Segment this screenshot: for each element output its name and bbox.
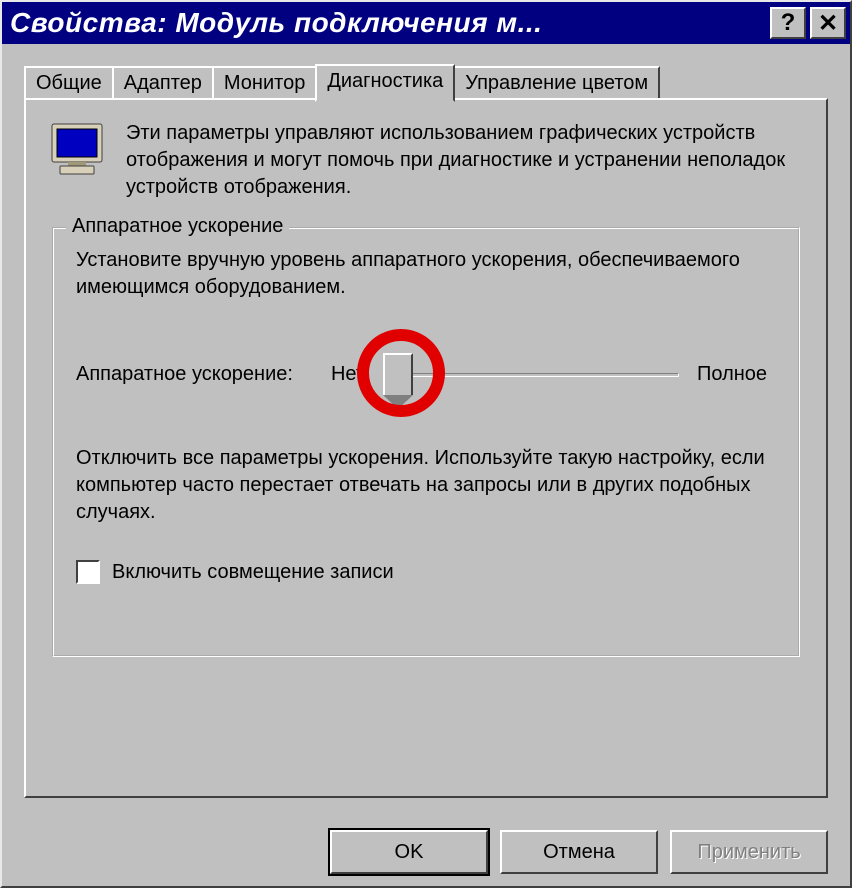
tab-label: Общие	[36, 72, 102, 95]
ok-button[interactable]: OK	[330, 830, 488, 874]
tab-panel-diagnostics: Эти параметры управляют использованием г…	[24, 98, 828, 798]
tab-monitor[interactable]: Монитор	[212, 66, 317, 98]
tab-diagnostics[interactable]: Диагностика	[315, 64, 455, 102]
intro-row: Эти параметры управляют использованием г…	[50, 120, 802, 201]
slider-label: Аппаратное ускорение:	[76, 363, 293, 386]
tab-label: Адаптер	[124, 72, 202, 95]
help-icon: ?	[781, 9, 796, 37]
slider-row: Аппаратное ускорение: Нет Полное	[76, 347, 776, 401]
tab-label: Управление цветом	[465, 72, 648, 95]
group-intro-text: Установите вручную уровень аппаратного у…	[76, 247, 776, 301]
button-label: Применить	[697, 841, 800, 864]
tab-label: Диагностика	[327, 70, 443, 93]
client-area: Общие Адаптер Монитор Диагностика Управл…	[2, 44, 850, 886]
window-title: Свойства: Модуль подключения м...	[10, 7, 542, 39]
intro-text: Эти параметры управляют использованием г…	[126, 120, 802, 201]
slider-thumb[interactable]	[383, 353, 413, 395]
apply-button[interactable]: Применить	[670, 830, 828, 874]
titlebar: Свойства: Модуль подключения м... ? ✕	[2, 2, 850, 44]
button-bar: OK Отмена Применить	[330, 830, 828, 874]
close-button[interactable]: ✕	[810, 7, 846, 39]
button-label: Отмена	[543, 841, 615, 864]
cancel-button[interactable]: Отмена	[500, 830, 658, 874]
button-label: OK	[395, 841, 424, 864]
slider-left-label: Нет	[331, 363, 365, 386]
monitor-icon	[50, 122, 108, 176]
tab-general[interactable]: Общие	[24, 66, 114, 98]
acceleration-slider[interactable]	[379, 347, 679, 401]
acceleration-description: Отключить все параметры ускорения. Испол…	[76, 445, 776, 526]
help-button[interactable]: ?	[770, 7, 806, 39]
tab-label: Монитор	[224, 72, 305, 95]
write-combining-checkbox[interactable]	[76, 560, 100, 584]
checkbox-label: Включить совмещение записи	[112, 561, 394, 584]
checkbox-row: Включить совмещение записи	[76, 560, 776, 584]
tab-strip: Общие Адаптер Монитор Диагностика Управл…	[24, 62, 828, 98]
slider-track	[399, 373, 679, 377]
tab-adapter[interactable]: Адаптер	[112, 66, 214, 98]
hardware-acceleration-group: Аппаратное ускорение Установите вручную …	[52, 227, 800, 657]
group-legend: Аппаратное ускорение	[66, 215, 289, 238]
slider-right-label: Полное	[697, 363, 767, 386]
close-icon: ✕	[818, 9, 838, 38]
tab-color-management[interactable]: Управление цветом	[453, 66, 660, 98]
dialog-window: Свойства: Модуль подключения м... ? ✕ Об…	[0, 0, 852, 888]
